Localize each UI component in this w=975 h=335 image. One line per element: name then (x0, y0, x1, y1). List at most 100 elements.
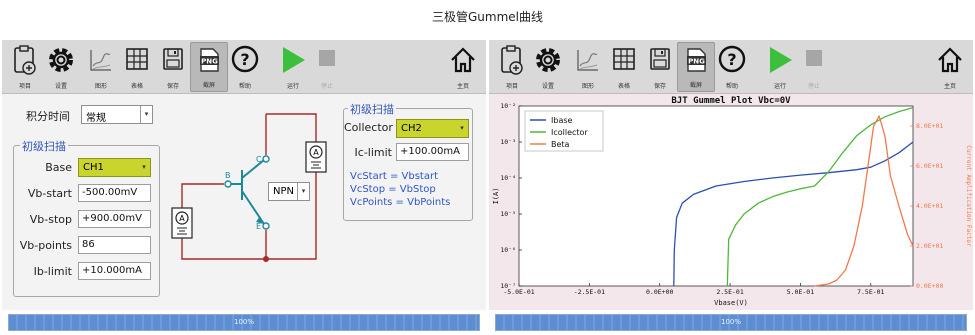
y-tick-label: 10⁻⁴ (500, 174, 516, 182)
collector-channel-select[interactable]: CH2 ▾ (396, 119, 469, 138)
x-tick-label: -2.5E-01 (574, 288, 605, 296)
svg-text:?: ? (727, 50, 736, 69)
transistor-type-select[interactable]: NPN ▾ (268, 182, 310, 201)
project-button[interactable]: 项目 (493, 42, 531, 92)
home-icon (451, 47, 475, 73)
ib-limit-field[interactable]: +10.000mA (78, 262, 151, 280)
base-channel-select[interactable]: CH1 ▾ (78, 158, 151, 177)
gear-icon (49, 48, 73, 72)
play-icon (283, 47, 305, 73)
progress-text: 100% (720, 318, 741, 326)
secondary-sweep-group: 初级扫描 Collector CH2 ▾ Ic-limit +100.00mA … (343, 101, 473, 221)
home-button[interactable]: 主页 (931, 42, 969, 92)
home-label: 主页 (943, 83, 956, 90)
y2-tick-label: 0.0E+00 (916, 282, 943, 290)
question-circle-icon: ? (718, 45, 746, 73)
primary-sweep-title: 初级扫描 (20, 138, 68, 154)
collector-smu-icon: A (305, 141, 327, 173)
toolbar: 项目 设置 图形 表格 保存 PNG 截屏 ? 帮助 运行 停止 主页 (489, 40, 973, 94)
y2-tick-label: 6.0E+01 (916, 162, 943, 170)
base-terminal (224, 180, 232, 188)
gear-icon (536, 48, 560, 72)
ic-limit-field[interactable]: +100.00mA (396, 143, 469, 161)
chevron-down-icon: ▾ (140, 106, 152, 123)
stop-button[interactable]: 停止 (308, 42, 346, 92)
stop-label: 停止 (320, 83, 333, 90)
clipboard-add-icon (501, 45, 523, 75)
help-label: 帮助 (238, 83, 251, 90)
settings-label: 设置 (541, 83, 554, 90)
table-button[interactable]: 表格 (605, 42, 643, 92)
svg-text:?: ? (240, 50, 249, 69)
circuit-diagram: B C E A A (171, 113, 327, 262)
base-label: Base (45, 161, 72, 174)
screenshot-button[interactable]: PNG 截屏 (677, 42, 715, 92)
ground-node (263, 256, 269, 262)
clipboard-add-icon (14, 45, 36, 75)
graph-button[interactable]: 图形 (569, 42, 607, 92)
primary-sweep-group: 初级扫描 Base CH1 ▾ Vb-start -500.00mV Vb-st… (13, 138, 160, 297)
chevron-down-icon: ▾ (138, 159, 150, 176)
y2-tick-label: 8.0E+01 (916, 122, 943, 130)
y2-axis-label: Current Amplification Factor (965, 145, 972, 247)
vb-stop-label: Vb-stop (29, 213, 72, 226)
line-graph-icon (90, 50, 111, 71)
help-button[interactable]: ? 帮助 (226, 42, 264, 92)
settings-button[interactable]: 设置 (42, 42, 80, 92)
graph-button[interactable]: 图形 (82, 42, 120, 92)
stop-button[interactable]: 停止 (795, 42, 833, 92)
base-smu-icon: A (171, 207, 193, 239)
table-label: 表格 (130, 83, 143, 90)
run-button[interactable]: 运行 (761, 42, 799, 92)
floppy-save-icon (650, 48, 670, 70)
save-button[interactable]: 保存 (641, 42, 679, 92)
screenshot-button[interactable]: PNG 截屏 (190, 42, 228, 92)
toolbar: 项目 设置 图形 表格 保存 PNG 截屏 ? 帮助 运行 停止 主页 (2, 40, 486, 94)
y2-tick-label: 2.0E+01 (916, 242, 943, 250)
vb-points-field[interactable]: 86 (78, 236, 151, 254)
graph-label: 图形 (581, 83, 594, 90)
save-label: 保存 (166, 83, 179, 90)
settings-button[interactable]: 设置 (529, 42, 567, 92)
help-label: 帮助 (725, 83, 738, 90)
project-label: 项目 (505, 83, 518, 90)
page-title: 三极管Gummel曲线 (431, 10, 543, 24)
x-tick-label: 5.0E-01 (787, 288, 814, 296)
table-label: 表格 (617, 83, 630, 90)
x-axis-label: Vbase(V) (714, 299, 748, 307)
svg-text:A: A (313, 148, 319, 157)
run-label: 运行 (773, 83, 786, 90)
ib-limit-label: Ib-limit (33, 265, 72, 278)
formula-vcpoints: VcPoints = VbPoints (350, 197, 451, 208)
home-button[interactable]: 主页 (444, 42, 482, 92)
question-circle-icon: ? (231, 45, 259, 73)
svg-text:PNG: PNG (688, 58, 705, 66)
table-button[interactable]: 表格 (118, 42, 156, 92)
y-tick-label: 10⁻³ (500, 138, 516, 146)
chevron-down-icon: ▾ (456, 120, 468, 137)
y-tick-label: 10⁻⁷ (500, 282, 516, 290)
legend-label-icollector: Icollector (551, 128, 588, 137)
collector-channel-value: CH2 (401, 123, 422, 134)
base-pin-label: B (225, 171, 231, 180)
emitter-pin-label: E (256, 222, 261, 231)
home-icon (938, 47, 962, 73)
run-button[interactable]: 运行 (274, 42, 312, 92)
save-button[interactable]: 保存 (154, 42, 192, 92)
save-label: 保存 (653, 83, 666, 90)
y-tick-label: 10⁻⁵ (500, 210, 516, 218)
settings-label: 设置 (54, 83, 67, 90)
npn-transistor-symbol (231, 159, 265, 225)
progress-bar: 100% (8, 314, 480, 331)
y-axis-label: I(A) (492, 188, 500, 205)
vb-start-field[interactable]: -500.00mV (78, 184, 151, 202)
vb-stop-field[interactable]: +900.00mV (78, 210, 151, 228)
project-button[interactable]: 项目 (6, 42, 44, 92)
floppy-save-icon (163, 48, 183, 70)
integration-time-select[interactable]: 常规 ▾ (81, 105, 153, 124)
project-label: 项目 (18, 83, 31, 90)
table-grid-icon (613, 48, 635, 70)
help-button[interactable]: ? 帮助 (713, 42, 751, 92)
ic-limit-label: Ic-limit (354, 146, 392, 159)
stop-icon (319, 50, 335, 66)
